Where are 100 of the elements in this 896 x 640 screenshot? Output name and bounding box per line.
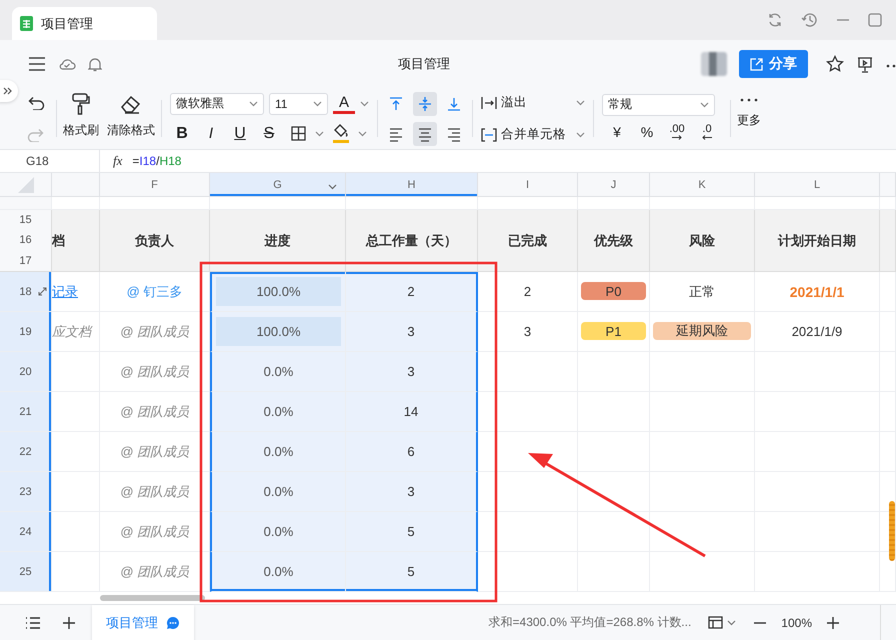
align-top-icon <box>388 96 404 112</box>
borders-icon <box>290 126 306 141</box>
column-header[interactable]: K <box>650 173 755 197</box>
clear-format-button[interactable]: 清除格式 <box>103 88 159 149</box>
column-header[interactable]: J <box>578 173 650 197</box>
table-cell: 5 <box>346 512 478 552</box>
row-number[interactable]: 17 <box>19 254 32 267</box>
row-header[interactable]: 24 <box>0 512 52 552</box>
column-header[interactable]: I <box>478 173 578 197</box>
sync-icon[interactable] <box>767 12 783 28</box>
spreadsheet-icon <box>20 16 33 31</box>
table-cell: 2021/1/1 <box>755 272 880 312</box>
app-tab[interactable]: 项目管理 <box>12 7 157 40</box>
layout-icon <box>708 616 724 629</box>
maximize-icon[interactable] <box>868 13 882 27</box>
more-icon[interactable] <box>886 64 896 68</box>
table-cell <box>52 392 100 432</box>
overflow-button[interactable]: 溢出 <box>481 92 527 114</box>
progress-value: 0.0% <box>264 444 294 459</box>
corner-triangle-icon <box>18 176 34 192</box>
decrease-decimal-button[interactable]: .0 <box>692 120 722 144</box>
middle-align-button[interactable] <box>413 92 437 116</box>
table-cell: 5 <box>346 552 478 592</box>
column-header[interactable]: F <box>100 173 210 197</box>
chevron-down-icon <box>315 130 324 136</box>
row-number[interactable]: 16 <box>19 234 32 246</box>
history-icon[interactable] <box>801 12 818 28</box>
presentation-icon[interactable] <box>856 56 874 72</box>
zoom-level: 100% <box>781 616 812 630</box>
column-header[interactable]: G <box>210 173 346 197</box>
formula-input[interactable]: =I18/H18 <box>132 154 182 168</box>
column-header[interactable]: H <box>346 173 478 197</box>
tag: P1 <box>581 322 646 340</box>
tag: 延期风险 <box>653 322 751 340</box>
row-header[interactable]: 21 <box>0 392 52 432</box>
document-link[interactable]: 记录 <box>52 282 78 300</box>
star-icon[interactable] <box>826 55 844 73</box>
text-color-button[interactable]: A <box>333 94 355 114</box>
progress-value: 0.0% <box>264 564 294 579</box>
row-header[interactable]: 18 <box>0 272 52 312</box>
table-cell <box>52 432 100 472</box>
vertical-scrollbar[interactable] <box>889 501 895 561</box>
row-number: 23 <box>19 486 32 498</box>
sheet-tab[interactable]: 项目管理 <box>92 604 194 640</box>
paint-bucket-icon <box>332 124 350 144</box>
row-header[interactable]: 20 <box>0 352 52 392</box>
column-letter: H <box>408 178 416 190</box>
number-format-select[interactable]: 常规 <box>602 94 715 116</box>
progress-value: 0.0% <box>264 524 294 539</box>
cloud-check-icon[interactable] <box>58 57 76 71</box>
row-number: 19 <box>19 326 32 338</box>
expand-sidebar-button[interactable] <box>0 80 18 102</box>
chevron-down-icon <box>358 130 367 136</box>
table-cell: 2 <box>478 272 578 312</box>
chevron-down-icon <box>576 100 585 106</box>
progress-value: 100.0% <box>256 284 301 299</box>
table-cell <box>52 352 100 392</box>
comment-icon <box>166 616 180 630</box>
bell-icon[interactable] <box>88 56 102 72</box>
row-header[interactable]: 19 <box>0 312 52 352</box>
row-header[interactable]: 23 <box>0 472 52 512</box>
expand-icon[interactable] <box>38 287 47 296</box>
merge-cells-button[interactable]: 合并单元格 <box>481 124 566 146</box>
row-header[interactable]: 25 <box>0 552 52 592</box>
italic-button[interactable]: I <box>199 122 223 146</box>
format-painter-button[interactable]: 格式刷 <box>59 88 103 149</box>
table-cell: 3 <box>346 312 478 352</box>
chevron-down-icon <box>360 100 369 106</box>
column-header[interactable]: L <box>755 173 880 197</box>
font-select[interactable]: 微软雅黑 <box>170 92 264 114</box>
row-header[interactable]: 22 <box>0 432 52 472</box>
table-cell <box>880 272 896 312</box>
column-letter: I <box>526 178 530 190</box>
progress-value: 100.0% <box>256 324 301 339</box>
strike-button[interactable]: S <box>257 122 281 146</box>
column-letter: L <box>814 178 820 190</box>
horizontal-scrollbar[interactable] <box>100 595 205 601</box>
more-button[interactable]: 更多 <box>733 88 765 149</box>
table-cell: 14 <box>346 392 478 432</box>
chevron-down-icon <box>576 132 585 138</box>
plus-icon <box>63 616 75 628</box>
function-label: fx <box>113 153 122 169</box>
column-title: 计划开始日期 <box>755 210 880 272</box>
row-number[interactable]: 15 <box>19 214 32 226</box>
currency-button[interactable]: ¥ <box>602 120 632 144</box>
percent-button[interactable]: % <box>632 120 662 144</box>
avatar-icon[interactable] <box>701 52 727 76</box>
column-title <box>880 210 896 272</box>
progress-value: 0.0% <box>264 404 294 419</box>
bold-button[interactable]: B <box>170 122 194 146</box>
share-button[interactable]: 分享 <box>739 50 808 78</box>
center-align-button[interactable] <box>413 122 437 146</box>
column-letter: G <box>273 178 282 190</box>
menu-icon[interactable] <box>28 57 46 71</box>
increase-decimal-button[interactable]: .00 <box>662 120 692 144</box>
font-size-select[interactable]: 11 <box>269 92 328 114</box>
underline-button[interactable]: U <box>228 122 252 146</box>
undo-icon <box>27 96 45 110</box>
column-title: 负责人 <box>100 210 210 272</box>
document-title: 项目管理 <box>398 55 451 73</box>
